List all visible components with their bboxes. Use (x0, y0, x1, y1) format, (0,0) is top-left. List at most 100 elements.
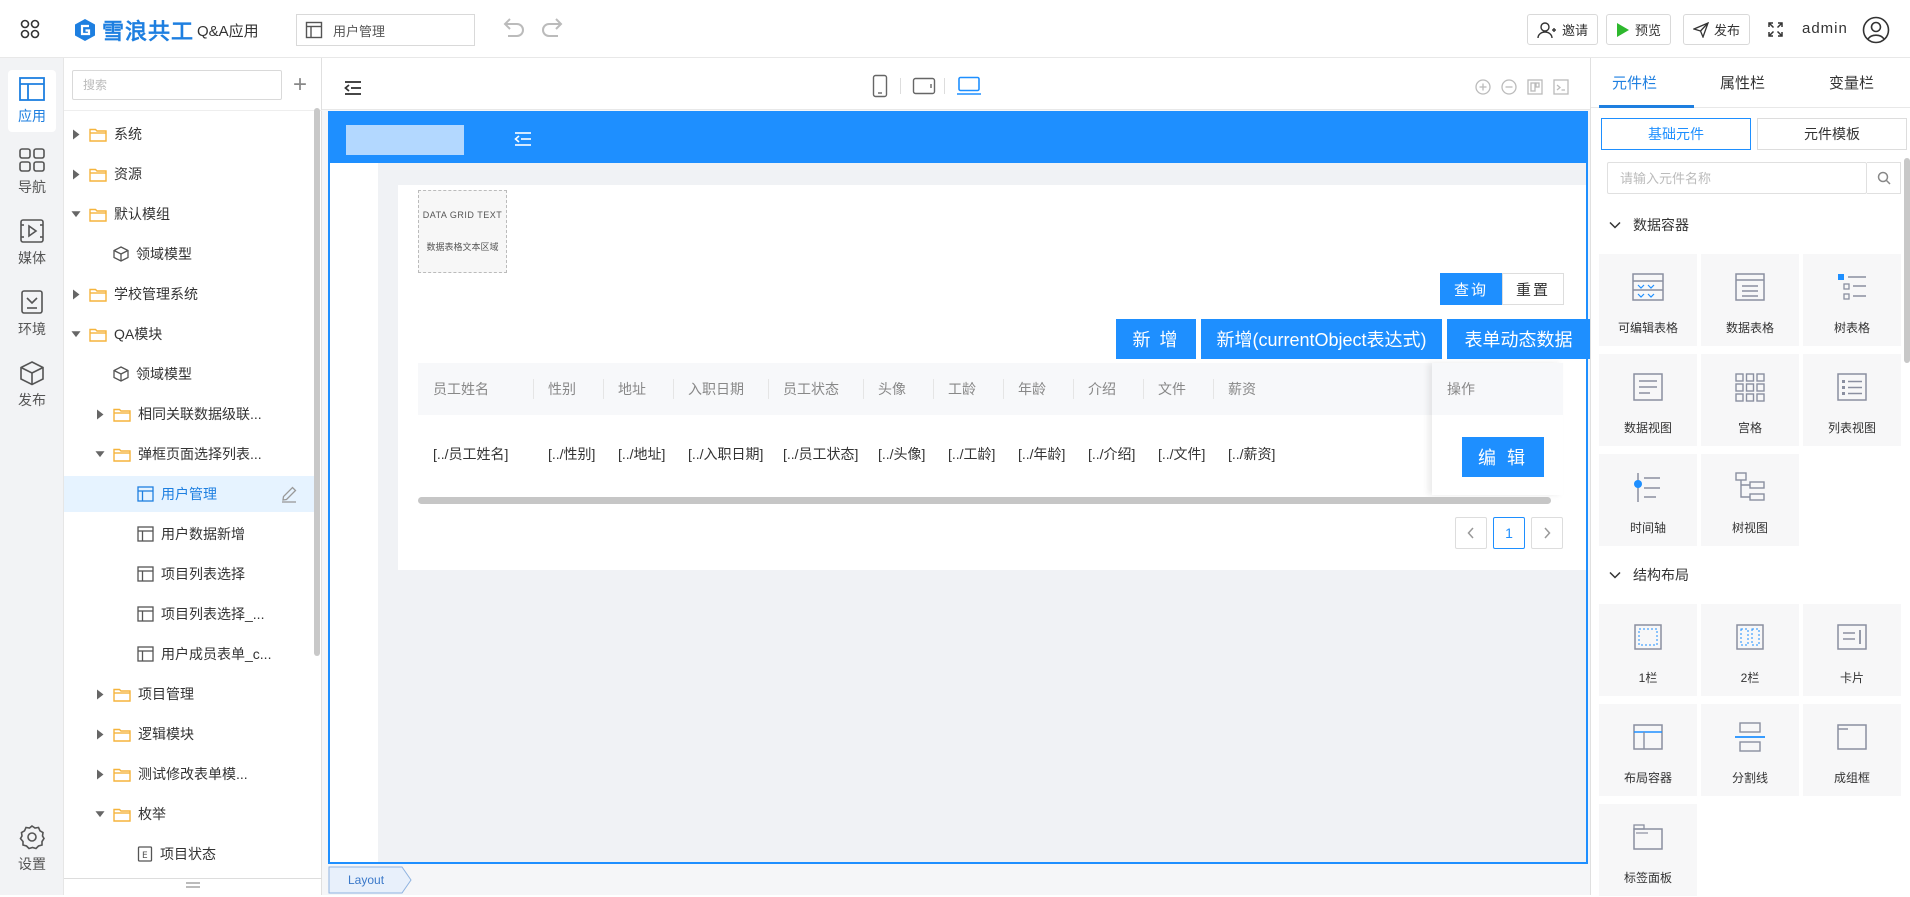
data-grid-text-block[interactable]: DATA GRID TEXT 数据表格文本区域 (418, 190, 507, 273)
add-expression-button[interactable]: 新增(currentObject表达式) (1201, 319, 1442, 359)
tree-item[interactable]: 默认模组 (64, 196, 314, 232)
caret-right-icon[interactable] (95, 689, 105, 699)
column-separator[interactable] (863, 379, 864, 399)
tree-item[interactable]: 逻辑模块 (64, 716, 314, 752)
add-button[interactable]: 新 增 (1116, 319, 1196, 359)
component-tile[interactable]: 1栏 (1599, 604, 1697, 696)
redo-icon[interactable] (540, 16, 566, 40)
add-icon[interactable]: + (293, 73, 307, 97)
tree-item[interactable]: 弹框页面选择列表... (64, 436, 314, 472)
app-grid-icon[interactable] (14, 14, 46, 44)
caret-down-icon[interactable] (71, 329, 81, 339)
tree-item[interactable]: 相同关联数据级联... (64, 396, 314, 432)
component-tile[interactable]: 卡片 (1803, 604, 1901, 696)
tree-item[interactable]: 项目列表选择_... (64, 596, 314, 632)
publish-button[interactable]: 发布 (1683, 14, 1751, 45)
rail-item-nav[interactable]: 导航 (8, 141, 56, 203)
caret-right-icon[interactable] (95, 409, 105, 419)
component-tile[interactable]: 标签面板 (1599, 804, 1697, 896)
caret-right-icon[interactable] (71, 129, 81, 139)
caret-right-icon[interactable] (71, 169, 81, 179)
panel-scrollbar[interactable] (1904, 158, 1910, 363)
component-tile[interactable]: 2栏 (1701, 604, 1799, 696)
undo-icon[interactable] (500, 16, 526, 40)
column-separator[interactable] (533, 379, 534, 399)
page-frame[interactable]: DATA GRID TEXT 数据表格文本区域 查询 重置 新 增 新增(cur… (328, 111, 1590, 864)
caret-right-icon[interactable] (95, 769, 105, 779)
resize-handle[interactable] (186, 882, 200, 888)
caret-down-icon[interactable] (95, 809, 105, 819)
caret-right-icon[interactable] (95, 729, 105, 739)
column-separator[interactable] (1143, 379, 1144, 399)
search-button[interactable] (1867, 162, 1901, 194)
column-separator[interactable] (768, 379, 769, 399)
tree-item[interactable]: 用户成员表单_c... (64, 636, 314, 672)
caret-right-icon[interactable] (71, 289, 81, 299)
page-number-current[interactable]: 1 (1493, 517, 1525, 549)
caret-down-icon[interactable] (71, 209, 81, 219)
tree-item[interactable]: 领域模型 (64, 356, 314, 392)
component-tile[interactable]: 布局容器 (1599, 704, 1697, 796)
column-separator[interactable] (603, 379, 604, 399)
tab-variables[interactable]: 变量栏 (1829, 72, 1874, 93)
tree-item[interactable]: 学校管理系统 (64, 276, 314, 312)
user-avatar-icon[interactable] (1862, 16, 1890, 44)
tree-item[interactable]: 领域模型 (64, 236, 314, 272)
rail-item-env[interactable]: 环境 (8, 283, 56, 345)
tablet-device-icon[interactable] (912, 77, 936, 95)
app-header-preview[interactable] (330, 113, 1586, 163)
segment-component-templates[interactable]: 元件模板 (1757, 118, 1907, 150)
column-separator[interactable] (1003, 379, 1004, 399)
next-page-button[interactable] (1531, 517, 1563, 549)
column-separator[interactable] (673, 379, 674, 399)
component-tile[interactable]: 宫格 (1701, 354, 1799, 446)
component-tile[interactable]: 树表格 (1803, 254, 1901, 346)
rail-item-media[interactable]: 媒体 (8, 212, 56, 274)
tree-item[interactable]: 项目列表选择 (64, 556, 314, 592)
mobile-device-icon[interactable] (872, 74, 888, 98)
component-tile[interactable]: 成组框 (1803, 704, 1901, 796)
tree-scrollbar[interactable] (314, 108, 320, 656)
column-separator[interactable] (1213, 379, 1214, 399)
fullscreen-icon[interactable] (1768, 22, 1783, 37)
rail-item-settings[interactable]: 设置 (8, 818, 56, 880)
tree-item[interactable]: 系统 (64, 116, 314, 152)
table-horizontal-scrollbar[interactable] (418, 497, 1551, 504)
tree-item[interactable]: 资源 (64, 156, 314, 192)
content-card[interactable]: DATA GRID TEXT 数据表格文本区域 查询 重置 新 增 新增(cur… (398, 185, 1590, 570)
form-dynamic-data-button[interactable]: 表单动态数据 (1447, 319, 1590, 359)
menu-fold-icon[interactable] (514, 131, 532, 147)
group-header-structure-layout[interactable]: 结构布局 (1609, 565, 1689, 585)
tree-item[interactable]: 项目管理 (64, 676, 314, 712)
column-separator[interactable] (1073, 379, 1074, 399)
tab-properties[interactable]: 属性栏 (1720, 72, 1765, 93)
segment-basic-components[interactable]: 基础元件 (1601, 118, 1751, 150)
component-tile[interactable]: 树视图 (1701, 454, 1799, 546)
current-page-selector[interactable]: 用户管理 (296, 14, 475, 46)
layout-breadcrumb[interactable]: Layout (328, 866, 412, 894)
component-tile[interactable]: 分割线 (1701, 704, 1799, 796)
tree-search-input[interactable] (72, 70, 282, 100)
caret-down-icon[interactable] (95, 449, 105, 459)
zoom-out-icon[interactable] (1500, 78, 1518, 96)
edit-pencil-icon[interactable] (280, 485, 298, 503)
component-tile[interactable]: 列表视图 (1803, 354, 1901, 446)
rail-item-app[interactable]: 应用 (8, 70, 56, 132)
rail-item-publish[interactable]: 发布 (8, 354, 56, 416)
tree-item[interactable]: QA模块 (64, 316, 314, 352)
preview-sidebar[interactable] (330, 163, 378, 862)
component-tile[interactable]: 时间轴 (1599, 454, 1697, 546)
component-tile[interactable]: 可编辑表格 (1599, 254, 1697, 346)
tree-item[interactable]: 用户数据新增 (64, 516, 314, 552)
desktop-device-icon[interactable] (956, 76, 982, 96)
column-separator[interactable] (933, 379, 934, 399)
query-button[interactable]: 查询 (1440, 273, 1502, 305)
tree-item[interactable]: 枚举 (64, 796, 314, 832)
preview-button[interactable]: 预览 (1606, 14, 1672, 45)
component-tile[interactable]: 数据表格 (1701, 254, 1799, 346)
tree-item[interactable]: E 项目状态 (64, 836, 314, 872)
component-tile[interactable]: 数据视图 (1599, 354, 1697, 446)
user-name[interactable]: admin (1802, 20, 1848, 37)
tree-item[interactable]: 测试修改表单模... (64, 756, 314, 792)
reset-button[interactable]: 重置 (1502, 273, 1564, 305)
